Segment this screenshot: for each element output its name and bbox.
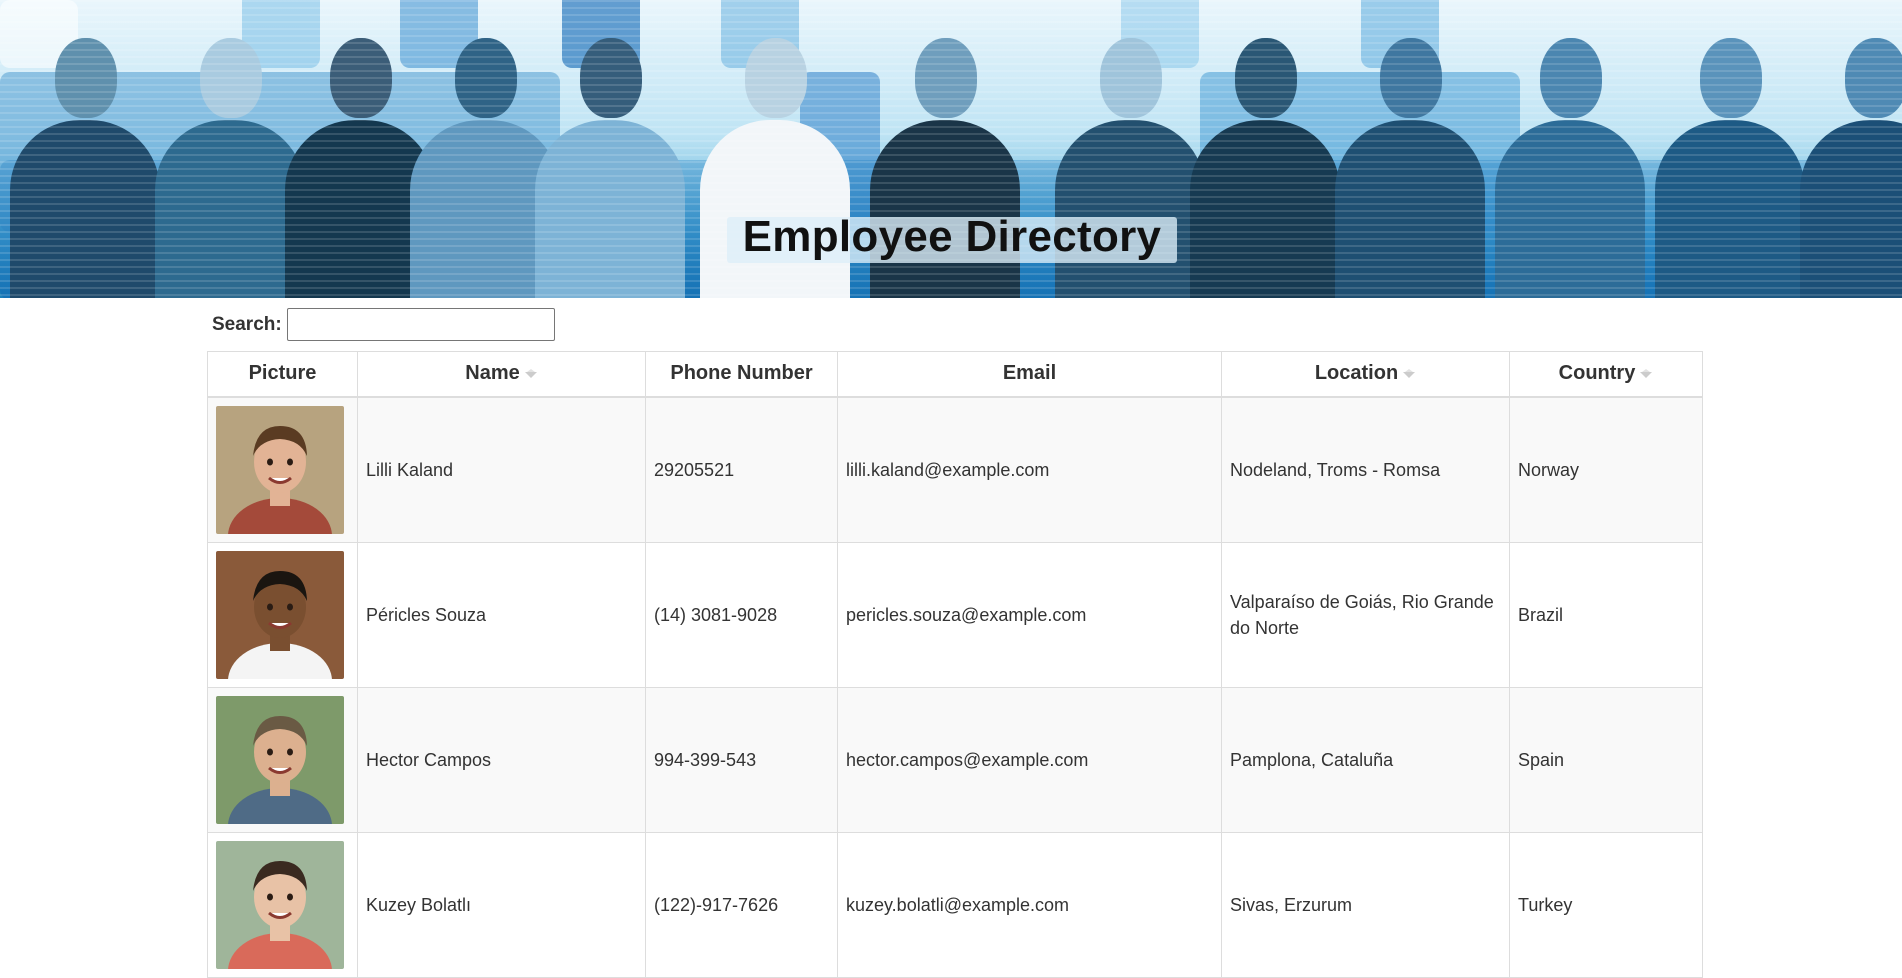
banner-figure (1800, 38, 1902, 298)
cell-country: Brazil (1509, 541, 1703, 688)
avatar (216, 695, 344, 824)
column-header-label: Email (1002, 362, 1057, 385)
table-header-row: Picture Name Phone Number Email Location Coun… (207, 351, 1703, 398)
cell-country: Spain (1509, 686, 1703, 833)
cell-name: Kuzey Bolatlı (357, 831, 646, 978)
sort-caret-icon[interactable] (1639, 362, 1653, 385)
column-header-phone: Phone Number (645, 351, 838, 398)
banner-figure (1335, 38, 1485, 298)
table-body: Lilli Kaland 29205521 lilli.kaland@example… (207, 396, 1703, 978)
column-header-location[interactable]: Location (1221, 351, 1510, 398)
page-title: Employee Directory (742, 212, 1162, 261)
search-label: Search: (212, 313, 282, 335)
cell-location: Valparaíso de Goiás, Rio Grande do Norte (1221, 541, 1510, 688)
employee-table-container: Picture Name Phone Number Email Location Coun… (207, 351, 1703, 978)
cell-country: Turkey (1509, 831, 1703, 978)
avatar (216, 550, 344, 679)
header-banner: Employee Directory (0, 0, 1902, 298)
cell-email: lilli.kaland@example.com (837, 396, 1222, 543)
cell-name: Péricles Souza (357, 541, 646, 688)
column-header-name[interactable]: Name (357, 351, 646, 398)
table-row: Hector Campos 994-399-543 hector.campos@ex… (207, 686, 1703, 833)
employee-table: Picture Name Phone Number Email Location Coun… (207, 351, 1703, 978)
cell-picture (207, 686, 358, 833)
cell-phone: (14) 3081-9028 (645, 541, 838, 688)
cell-email: pericles.souza@example.com (837, 541, 1222, 688)
column-header-label: Phone Number (670, 362, 813, 385)
table-row: Lilli Kaland 29205521 lilli.kaland@example… (207, 396, 1703, 543)
banner-figure (155, 38, 305, 298)
column-header-email: Email (837, 351, 1222, 398)
cell-phone: (122)-917-7626 (645, 831, 838, 978)
sort-caret-icon[interactable] (524, 362, 538, 385)
cell-location: Sivas, Erzurum (1221, 831, 1510, 978)
cell-location: Pamplona, Cataluña (1221, 686, 1510, 833)
cell-email: hector.campos@example.com (837, 686, 1222, 833)
cell-email: kuzey.bolatli@example.com (837, 831, 1222, 978)
banner-figure (1495, 38, 1645, 298)
table-row: Kuzey Bolatlı (122)-917-7626 kuzey.bolatli… (207, 831, 1703, 978)
banner-figure (10, 38, 160, 298)
sort-caret-icon[interactable] (1402, 362, 1416, 385)
cell-name: Hector Campos (357, 686, 646, 833)
banner-figure (535, 38, 685, 298)
table-row: Péricles Souza (14) 3081-9028 pericles.sou… (207, 541, 1703, 688)
cell-phone: 994-399-543 (645, 686, 838, 833)
column-header-label: Country (1558, 362, 1636, 385)
cell-phone: 29205521 (645, 396, 838, 543)
search-bar: Search: (212, 308, 555, 341)
column-header-label: Location (1314, 362, 1399, 385)
cell-picture (207, 541, 358, 688)
cell-name: Lilli Kaland (357, 396, 646, 543)
cell-picture (207, 396, 358, 543)
avatar (216, 840, 344, 969)
banner-figure (1655, 38, 1805, 298)
column-header-country[interactable]: Country (1509, 351, 1703, 398)
avatar (216, 405, 344, 534)
cell-location: Nodeland, Troms - Romsa (1221, 396, 1510, 543)
search-input[interactable] (286, 308, 555, 341)
column-header-label: Picture (248, 362, 317, 385)
column-header-picture: Picture (207, 351, 358, 398)
cell-picture (207, 831, 358, 978)
cell-country: Norway (1509, 396, 1703, 543)
column-header-label: Name (465, 362, 520, 385)
banner-figure (1190, 38, 1340, 298)
